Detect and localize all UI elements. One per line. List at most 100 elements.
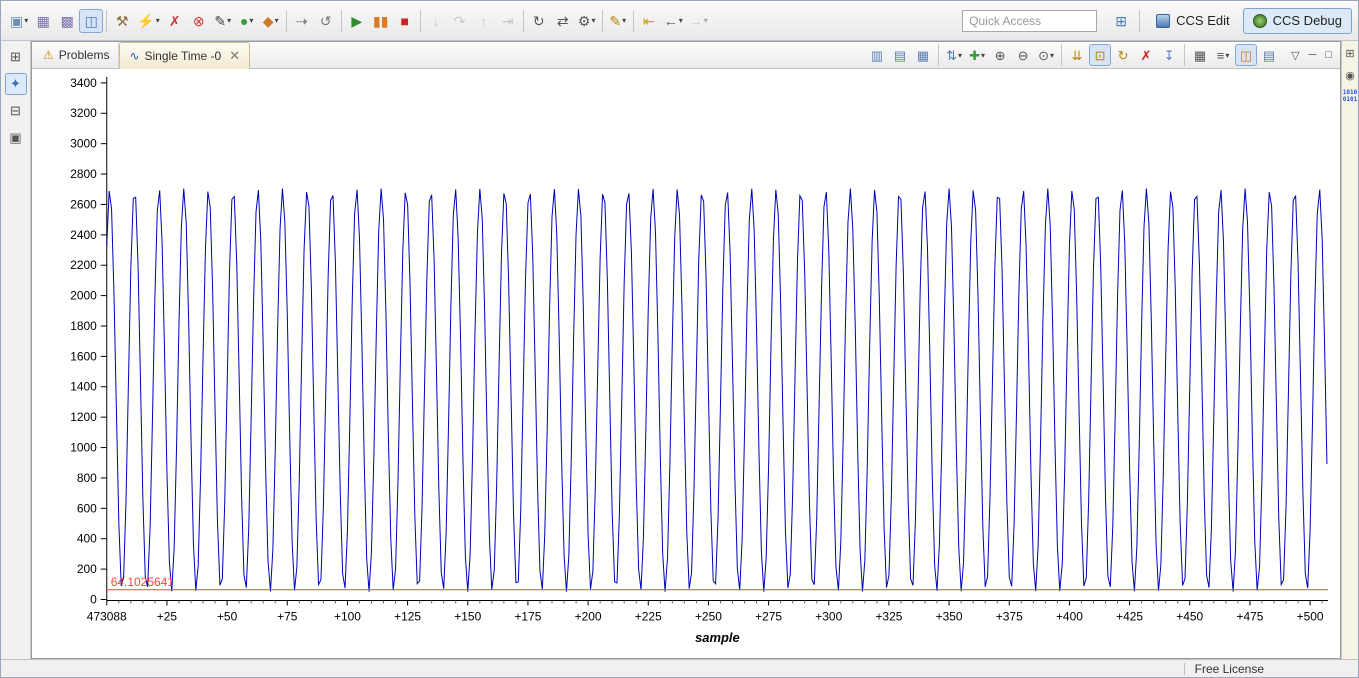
run-icon[interactable]: ● ▾	[235, 9, 259, 33]
float-view-icon[interactable]: ▤	[889, 44, 911, 66]
dropdown-arrow-icon: ▾	[981, 50, 986, 60]
console-view-icon[interactable]: ▣	[5, 127, 27, 149]
y-tick-label: 2600	[70, 197, 97, 211]
quick-access-input[interactable]	[962, 9, 1098, 32]
add-graph-icon[interactable]: ✚ ▾	[966, 44, 988, 66]
sort-icon[interactable]: ⇅ ▾	[943, 44, 965, 66]
y-tick-label: 1600	[70, 349, 97, 363]
step-return-icon[interactable]: ↑	[472, 9, 496, 33]
properties-icon[interactable]: ▤	[1258, 44, 1280, 66]
restore-panel-icon[interactable]: ⊞	[1343, 45, 1358, 61]
instruction-step-icon-glyph: ⇥	[501, 12, 514, 29]
search-icon[interactable]: ⊙ ▾	[1035, 44, 1057, 66]
grid-icon-glyph: ▦	[1193, 47, 1207, 63]
pen-icon[interactable]: ✎ ▾	[211, 9, 235, 33]
search-icon-glyph: ⊙	[1038, 47, 1050, 63]
dock-view-icon[interactable]: ▦	[912, 44, 934, 66]
toolbar-separator	[522, 9, 524, 32]
maximize-icon[interactable]: □	[1325, 49, 1332, 61]
forward-icon[interactable]: → ▾	[686, 9, 711, 33]
step-into-icon[interactable]: ↓	[424, 9, 448, 33]
trace-icon-glyph: ✎	[609, 12, 622, 29]
suspend-icon[interactable]: ▮▮	[369, 9, 393, 33]
new-wizard-icon[interactable]: ▣ ▾	[7, 9, 31, 33]
trace-icon[interactable]: ✎ ▾	[606, 9, 630, 33]
y-tick-label: 0	[90, 592, 97, 606]
x-tick-label: +300	[815, 609, 842, 623]
resume-icon-glyph: ▶	[351, 12, 363, 29]
reset-view-icon[interactable]: ↻	[1112, 44, 1134, 66]
minimize-icon[interactable]: ─	[1309, 49, 1317, 61]
auto-scale-icon-glyph: ⊡	[1094, 47, 1106, 63]
legend-icon[interactable]: ≡ ▾	[1212, 44, 1234, 66]
expressions-view-icon[interactable]: ◉	[1343, 67, 1358, 83]
scroll-lock-icon[interactable]: ⇊	[1066, 44, 1088, 66]
instruction-step-icon[interactable]: ⇥	[496, 9, 520, 33]
debug-perspective-icon[interactable]: ✦	[4, 73, 27, 95]
y-tick-label: 3200	[70, 106, 97, 120]
graph-area[interactable]: 0 200 400 600 800 1000 1200 1400 1600 1800 2000 220…	[32, 69, 1340, 658]
x-tick-label: +450	[1176, 609, 1203, 623]
restart-icon[interactable]: ↻	[527, 9, 551, 33]
settings-icon[interactable]: ⚙ ▾	[575, 9, 599, 33]
flash-icon[interactable]: ⚡ ▾	[134, 9, 162, 33]
view-menu-icon[interactable]: ▽	[1291, 49, 1299, 62]
tab-single-time-0[interactable]: ∿ Single Time -0 ✕	[119, 42, 251, 69]
ccs-edit-icon	[1156, 13, 1171, 28]
problems-icon: ⚠	[43, 48, 54, 62]
toolbar-separator	[419, 9, 421, 32]
license-status: Free License	[1194, 661, 1264, 676]
target-config-icon[interactable]: ◫	[79, 8, 104, 33]
cancel-build-icon[interactable]: ✗	[163, 9, 187, 33]
build-icon-glyph: ⚒	[115, 12, 129, 29]
step-over-icon[interactable]: ↷	[448, 9, 472, 33]
toolbar-separator	[1061, 44, 1063, 66]
open-perspective-icon[interactable]: ⊞	[1109, 9, 1133, 33]
last-edit-icon[interactable]: ⇤	[637, 9, 661, 33]
skip-breakpoints-icon[interactable]: ⇢	[290, 9, 314, 33]
tab-problems[interactable]: ⚠ Problems	[34, 42, 120, 68]
resume-icon[interactable]: ▶	[345, 9, 369, 33]
perspective-switcher: ⊞ CCS Edit CCS Debug	[1109, 7, 1352, 34]
y-tick-label: 3000	[70, 137, 97, 151]
toolbar-separator	[285, 9, 287, 32]
combine-graphs-icon[interactable]: ▥	[866, 44, 888, 66]
measure-icon[interactable]: ◫	[1235, 44, 1258, 66]
step-over-icon-glyph: ↷	[453, 12, 466, 29]
x-tick-label: +250	[695, 609, 722, 623]
perspective-ccs-edit[interactable]: CCS Edit	[1146, 8, 1239, 34]
build-icon[interactable]: ⚒	[110, 9, 134, 33]
save-all-icon[interactable]: ▩	[55, 9, 79, 33]
toolbar-separator	[1139, 9, 1141, 32]
clear-graph-icon-glyph: ✗	[1140, 47, 1152, 63]
back-icon[interactable]: ← ▾	[661, 9, 686, 33]
grid-icon[interactable]: ▦	[1189, 44, 1211, 66]
cursor-value-label: 64.1025641	[111, 575, 175, 589]
x-tick-label: 473088	[87, 609, 127, 623]
waveform-chart[interactable]: 0 200 400 600 800 1000 1200 1400 1600 1800 2000 220…	[32, 69, 1340, 658]
save-icon[interactable]: ▦	[31, 9, 55, 33]
close-tab-icon[interactable]: ✕	[229, 48, 240, 64]
content-row: ⊞ ✦ ⊟ ▣ ⚠ Problems ∿ Single Time -0 ✕ ▥ ▤ ▦ ⇅ ▾…	[1, 41, 1358, 659]
zoom-out-icon[interactable]: ⊖	[1012, 44, 1034, 66]
perspective-ccs-debug[interactable]: CCS Debug	[1242, 7, 1352, 34]
x-tick-label: +475	[1236, 609, 1263, 623]
terminate-all-icon[interactable]: ⊗	[187, 9, 211, 33]
zoom-in-icon[interactable]: ⊕	[989, 44, 1011, 66]
profile-icon[interactable]: ◆ ▾	[259, 9, 283, 33]
clear-graph-icon[interactable]: ✗	[1135, 44, 1157, 66]
graph-toolbar: ▥ ▤ ▦ ⇅ ▾ ✚ ▾ ⊕ ⊖ ⊙ ▾ ⇊ ⊡ ↻ ✗ ↧ ▦ ≡ ▾ ◫ ▤	[866, 44, 1283, 66]
terminate-icon[interactable]: ■	[393, 9, 417, 33]
refresh-icon[interactable]: ⇄	[551, 9, 575, 33]
y-tick-label: 1000	[70, 441, 97, 455]
dock-view-icon-glyph: ▦	[916, 47, 930, 63]
reset-target-icon[interactable]: ↺	[314, 9, 338, 33]
restore-view-icon[interactable]: ⊟	[5, 100, 27, 122]
export-data-icon[interactable]: ↧	[1158, 44, 1180, 66]
auto-scale-icon[interactable]: ⊡	[1089, 44, 1112, 66]
left-view-strip: ⊞ ✦ ⊟ ▣	[1, 41, 31, 659]
y-tick-label: 800	[77, 471, 97, 485]
memory-browser-icon[interactable]: 1010 0101	[1343, 89, 1357, 103]
y-tick-label: 2400	[70, 228, 97, 242]
restore-editor-icon[interactable]: ⊞	[5, 46, 27, 68]
